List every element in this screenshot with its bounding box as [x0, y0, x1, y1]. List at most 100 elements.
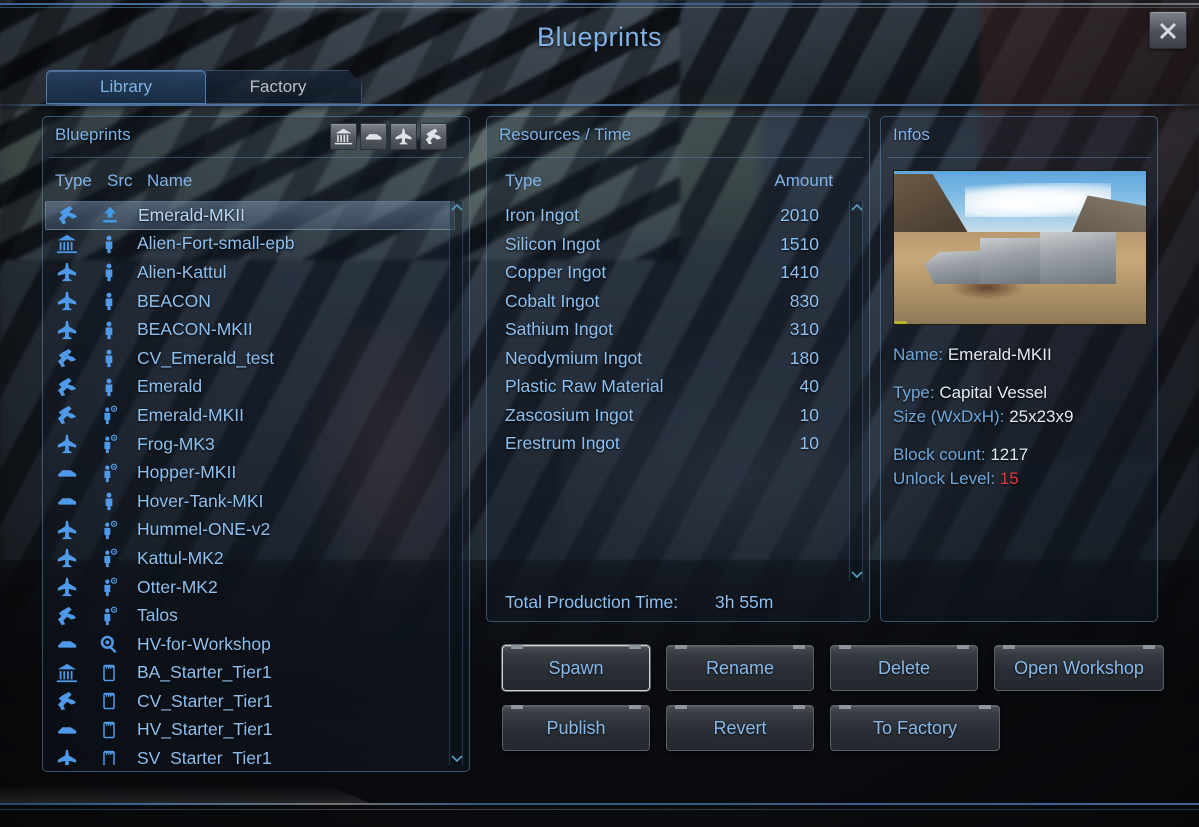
tab-library[interactable]: Library — [46, 70, 206, 104]
publish-button[interactable]: Publish — [502, 705, 650, 751]
delete-button[interactable]: Delete — [830, 645, 978, 691]
blueprint-type-cell — [45, 404, 89, 426]
small-vessel-icon — [57, 577, 77, 597]
scroll-down-icon[interactable] — [451, 755, 463, 763]
info-name-label: Name: — [893, 345, 944, 364]
filter-hover-vessel-button[interactable] — [360, 123, 387, 150]
blueprint-type-cell — [45, 490, 89, 512]
resource-amount: 310 — [789, 319, 819, 339]
total-production-time: Total Production Time: 3h 55m — [487, 592, 869, 613]
filter-capital-vessel-button[interactable] — [420, 123, 447, 150]
resource-amount: 40 — [799, 376, 819, 396]
blueprint-row[interactable]: BA_Starter_Tier1 — [45, 659, 455, 688]
resource-list-scrollbar[interactable] — [849, 201, 863, 581]
preview-ship-rear — [1040, 232, 1116, 285]
blueprint-row[interactable]: Emerald-MKII — [45, 401, 455, 430]
blueprint-row[interactable]: Emerald — [45, 373, 455, 402]
scroll-up-icon[interactable] — [451, 203, 463, 211]
resource-row: Copper Ingot 1410 — [487, 258, 837, 287]
blueprint-row[interactable]: CV_Starter_Tier1 — [45, 687, 455, 716]
info-type-line: Type: Capital Vessel — [893, 381, 1147, 405]
blueprint-row[interactable]: Emerald-MKII — [45, 201, 455, 230]
blueprint-src-cell — [89, 434, 129, 454]
close-button[interactable] — [1149, 11, 1187, 49]
filter-small-vessel-button[interactable] — [390, 123, 417, 150]
blueprint-type-cell — [45, 462, 89, 484]
resource-row: Sathium Ingot 310 — [487, 315, 837, 344]
blueprint-src-cell — [89, 634, 129, 654]
scroll-down-icon[interactable] — [851, 571, 863, 579]
blueprint-name: Hopper-MKII — [137, 462, 237, 483]
column-header-name: Name — [147, 171, 193, 190]
blueprint-list[interactable]: Emerald-MKII Alien-Fort-small-epb Alien-Ka… — [45, 201, 455, 765]
capital-vessel-icon — [425, 128, 442, 145]
resource-amount: 10 — [799, 433, 819, 453]
spawn-button[interactable]: Spawn — [502, 645, 650, 691]
blueprint-row[interactable]: Otter-MK2 — [45, 573, 455, 602]
info-gap-1 — [893, 367, 1147, 381]
blueprint-src-cell — [90, 205, 130, 225]
blueprints-header-divider — [49, 157, 463, 158]
blueprint-row[interactable]: HV_Starter_Tier1 — [45, 716, 455, 745]
person-steam-icon — [104, 577, 118, 597]
resource-row: Zascosium Ingot 10 — [487, 401, 837, 430]
resources-header-divider — [493, 157, 863, 158]
info-block-count-line: Block count: 1217 — [893, 443, 1147, 467]
resource-type: Silicon Ingot — [505, 233, 601, 254]
blueprint-row[interactable]: Kattul-MK2 — [45, 544, 455, 573]
to-factory-button[interactable]: To Factory — [830, 705, 1000, 751]
rename-button[interactable]: Rename — [666, 645, 814, 691]
blueprint-row[interactable]: BEACON-MKII — [45, 315, 455, 344]
blueprint-name: Otter-MK2 — [137, 576, 218, 597]
blueprint-list-scrollbar[interactable] — [449, 201, 463, 765]
blueprint-row[interactable]: BEACON — [45, 287, 455, 316]
blueprint-row[interactable]: Talos — [45, 601, 455, 630]
person-icon — [105, 235, 113, 254]
small-vessel-icon — [57, 291, 77, 311]
filter-base-button[interactable] — [330, 123, 357, 150]
blueprint-row[interactable]: Alien-Kattul — [45, 258, 455, 287]
info-name-line: Name: Emerald-MKII — [893, 343, 1147, 367]
blueprint-name: Kattul-MK2 — [137, 547, 224, 568]
blueprint-row[interactable]: Alien-Fort-small-epb — [45, 230, 455, 259]
blueprint-row[interactable]: CV_Emerald_test — [45, 344, 455, 373]
capital-vessel-icon — [57, 406, 77, 425]
blueprint-name: Emerald — [137, 376, 203, 397]
blueprint-src-cell — [89, 577, 129, 597]
blueprint-name: CV_Emerald_test — [137, 347, 275, 368]
scroll-up-icon[interactable] — [851, 203, 863, 211]
hover-vessel-icon — [57, 469, 77, 477]
small-vessel-icon — [57, 549, 77, 568]
blueprint-type-cell — [45, 605, 89, 627]
blueprint-row[interactable]: HV-for-Workshop — [45, 630, 455, 659]
person-icon — [105, 264, 113, 282]
blueprint-type-cell — [45, 633, 89, 655]
tab-factory[interactable]: Factory — [202, 70, 362, 104]
infos-header-divider — [887, 157, 1151, 158]
small-vessel-icon — [395, 128, 412, 145]
blueprint-src-cell — [89, 405, 129, 425]
capital-vessel-icon — [58, 206, 78, 225]
open-workshop-button[interactable]: Open Workshop — [994, 645, 1164, 691]
blueprint-info-text: Name: Emerald-MKII Type: Capital Vessel … — [893, 343, 1147, 491]
total-production-time-label: Total Production Time: — [505, 592, 679, 612]
blueprint-src-cell — [89, 663, 129, 683]
blueprint-row[interactable]: Frog-MK3 — [45, 430, 455, 459]
person-icon — [105, 378, 113, 397]
blueprint-name: CV_Starter_Tier1 — [137, 690, 273, 711]
resource-amount: 1410 — [780, 262, 819, 282]
resource-type: Neodymium Ingot — [505, 347, 643, 368]
blueprint-row[interactable]: SV_Starter_Tier1 — [45, 744, 455, 765]
blueprint-row[interactable]: Hummel-ONE-v2 — [45, 516, 455, 545]
blueprint-name: Frog-MK3 — [137, 433, 215, 454]
revert-button[interactable]: Revert — [666, 705, 814, 751]
blueprint-src-cell — [89, 749, 129, 765]
resource-type: Plastic Raw Material — [505, 376, 664, 396]
blueprint-row[interactable]: Hover-Tank-MKI — [45, 487, 455, 516]
blueprint-name: HV_Starter_Tier1 — [137, 719, 273, 740]
blueprint-type-cell — [45, 662, 89, 684]
blueprint-row[interactable]: Hopper-MKII — [45, 458, 455, 487]
info-name-value: Emerald-MKII — [947, 345, 1052, 364]
blueprint-type-cell — [45, 233, 89, 255]
resource-row: Cobalt Ingot 830 — [487, 287, 837, 316]
